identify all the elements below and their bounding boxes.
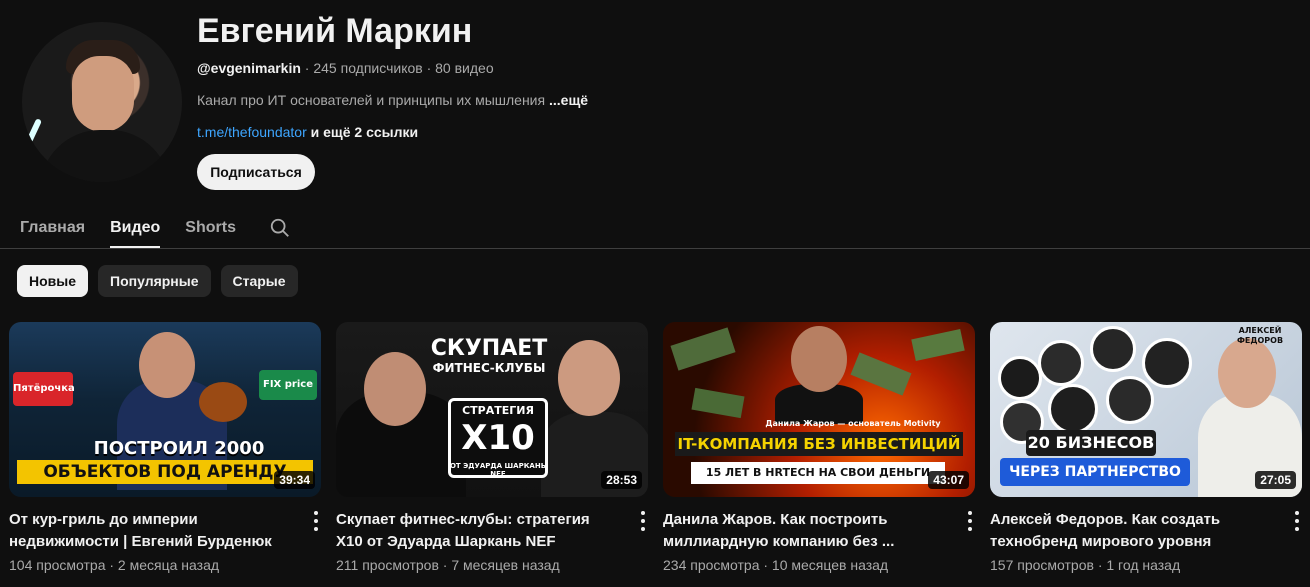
description-more[interactable]: ...ещё xyxy=(549,92,588,108)
video-meta: 157 просмотров · 1 год назад xyxy=(990,557,1181,573)
money-bill xyxy=(850,352,912,396)
video-meta: 234 просмотра · 10 месяцев назад xyxy=(663,557,889,573)
product-circle xyxy=(1142,338,1192,388)
tab-home[interactable]: Главная xyxy=(20,208,85,248)
product-circle xyxy=(1090,326,1136,372)
thumb-text: X10 xyxy=(461,418,535,458)
video-thumbnail[interactable]: СКУПАЕТ ФИТНЕС-КЛУБЫ СТРАТЕГИЯ X10 ОТ ЭД… xyxy=(336,322,648,497)
thumb-text: 15 ЛЕТ В HRTECH НА СВОИ ДЕНЬГИ xyxy=(691,462,945,484)
more-options-icon[interactable] xyxy=(313,511,319,531)
more-options-icon[interactable] xyxy=(967,511,973,531)
video-thumbnail[interactable]: Данила Жаров — основатель Motivity IT-КО… xyxy=(663,322,975,497)
money-bill xyxy=(911,329,965,361)
video-duration: 43:07 xyxy=(928,471,969,489)
channel-name: Евгений Маркин xyxy=(197,12,473,50)
video-title[interactable]: Алексей Федоров. Как создать технобренд … xyxy=(990,509,1272,553)
product-circle xyxy=(1038,340,1084,386)
sort-chips: Новые Популярные Старые xyxy=(17,265,298,297)
video-card[interactable]: Пятёрочка FIX price ПОСТРОИЛ 2000 ОБЪЕКТ… xyxy=(9,322,321,573)
thumb-text: ФИТНЕС-КЛУБЫ xyxy=(432,361,546,375)
thumb-text: ОБЪЕКТОВ ПОД АРЕНДУ xyxy=(17,460,313,484)
video-meta: 104 просмотра · 2 месяца назад xyxy=(9,557,220,573)
product-circle xyxy=(1048,384,1098,434)
store-sign: FIX price xyxy=(259,370,317,400)
video-title[interactable]: Скупает фитнес-клубы: стратегия X10 от Э… xyxy=(336,509,618,553)
video-title[interactable]: От кур-гриль до империи недвижимости | Е… xyxy=(9,509,291,553)
tabs-divider xyxy=(0,248,1310,249)
channel-tabs: Главная Видео Shorts xyxy=(20,208,291,248)
video-card[interactable]: АЛЕКСЕЙ ФЕДОРОВ 20 БИЗНЕСОВ ЧЕРЕЗ ПАРТНЕ… xyxy=(990,322,1302,573)
avatar-body xyxy=(40,130,170,182)
thumb-text: СКУПАЕТ xyxy=(430,336,548,361)
thumb-head xyxy=(364,352,426,426)
tab-videos[interactable]: Видео xyxy=(110,208,161,248)
channel-description[interactable]: Канал про ИТ основателей и принципы их м… xyxy=(197,92,588,108)
video-card[interactable]: Данила Жаров — основатель Motivity IT-КО… xyxy=(663,322,975,573)
channel-stats: · 245 подписчиков · 80 видео xyxy=(300,60,494,76)
thumb-head xyxy=(139,332,195,398)
thumb-text: Данила Жаров — основатель Motivity xyxy=(765,419,941,428)
video-card[interactable]: СКУПАЕТ ФИТНЕС-КЛУБЫ СТРАТЕГИЯ X10 ОТ ЭД… xyxy=(336,322,648,573)
thumb-chicken xyxy=(199,382,247,422)
channel-avatar[interactable] xyxy=(22,22,182,182)
thumb-text: АЛЕКСЕЙ ФЕДОРОВ xyxy=(1236,326,1284,345)
video-thumbnail[interactable]: Пятёрочка FIX price ПОСТРОИЛ 2000 ОБЪЕКТ… xyxy=(9,322,321,497)
channel-handle: @evgenimarkin xyxy=(197,60,301,76)
chip-oldest[interactable]: Старые xyxy=(220,265,298,297)
thumb-head xyxy=(791,326,847,392)
thumb-head xyxy=(1218,338,1276,408)
search-icon[interactable] xyxy=(269,208,291,248)
channel-links[interactable]: t.me/thefoundator и ещё 2 ссылки xyxy=(197,124,418,140)
product-circle xyxy=(998,356,1042,400)
thumb-text: СТРАТЕГИЯ xyxy=(462,404,534,417)
video-duration: 27:05 xyxy=(1255,471,1296,489)
thumb-text: IT-КОМПАНИЯ БЕЗ ИНВЕСТИЦИЙ xyxy=(675,432,963,456)
chip-popular[interactable]: Популярные xyxy=(98,265,211,297)
video-duration: 28:53 xyxy=(601,471,642,489)
description-text: Канал про ИТ основателей и принципы их м… xyxy=(197,92,549,108)
thumb-head xyxy=(558,340,620,416)
channel-link[interactable]: t.me/thefoundator xyxy=(197,124,307,140)
thumb-text: ОТ ЭДУАРДА ШАРКАНЬ NEF xyxy=(449,462,547,478)
subscribe-button[interactable]: Подписаться xyxy=(197,154,315,190)
channel-meta: @evgenimarkin · 245 подписчиков · 80 вид… xyxy=(197,60,494,76)
video-meta: 211 просмотров · 7 месяцев назад xyxy=(336,557,560,573)
money-bill xyxy=(691,387,745,419)
thumb-text: ЧЕРЕЗ ПАРТНЕРСТВО xyxy=(1000,458,1190,486)
tab-shorts[interactable]: Shorts xyxy=(185,208,236,248)
store-sign: Пятёрочка xyxy=(13,372,75,406)
thumb-text: 20 БИЗНЕСОВ xyxy=(1026,430,1156,456)
avatar-light xyxy=(23,118,43,148)
avatar-face xyxy=(72,56,134,132)
video-thumbnail[interactable]: АЛЕКСЕЙ ФЕДОРОВ 20 БИЗНЕСОВ ЧЕРЕЗ ПАРТНЕ… xyxy=(990,322,1302,497)
video-title[interactable]: Данила Жаров. Как построить миллиардную … xyxy=(663,509,945,553)
video-duration: 39:34 xyxy=(274,471,315,489)
more-options-icon[interactable] xyxy=(640,511,646,531)
product-circle xyxy=(1106,376,1154,424)
money-bill xyxy=(670,327,736,371)
more-options-icon[interactable] xyxy=(1294,511,1300,531)
thumb-text: ПОСТРОИЛ 2000 xyxy=(93,438,265,459)
chip-newest[interactable]: Новые xyxy=(17,265,89,297)
more-links[interactable]: и ещё 2 ссылки xyxy=(307,124,419,140)
